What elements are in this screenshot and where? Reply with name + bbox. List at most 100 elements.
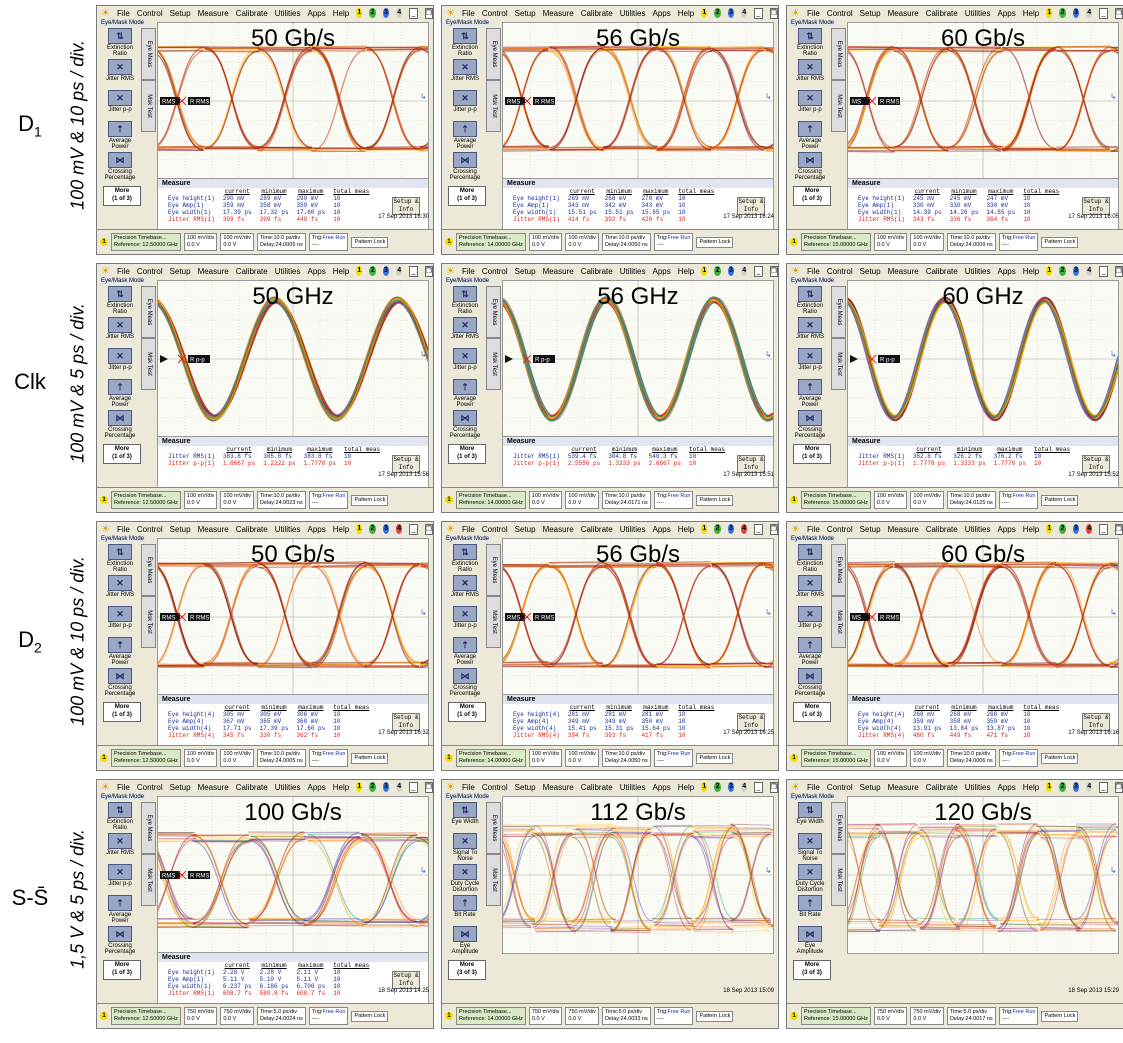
menu-item-control[interactable]: Control [482, 525, 508, 534]
timebase-box[interactable]: Time:10.0 ps/div Delay:24.0005 ns [256, 749, 306, 767]
channel-scale-box[interactable]: 100 mV/div 0.0 V [873, 491, 908, 509]
measure-tool-button[interactable]: ✕ Jitter p-p [101, 606, 139, 629]
channel-1-button[interactable]: 1 [1046, 266, 1053, 276]
menu-item-calibrate[interactable]: Calibrate [236, 267, 268, 276]
more-button[interactable]: More (1 of 3) [103, 444, 141, 464]
channel-1-button[interactable]: 1 [1046, 524, 1053, 534]
waveform-display[interactable]: RMS R RMS ↳ 56 Gb/s [502, 22, 774, 180]
menu-item-measure[interactable]: Measure [543, 783, 574, 792]
restore-icon[interactable]: ❐ [424, 7, 433, 19]
menu-item-control[interactable]: Control [827, 9, 853, 18]
menu-item-calibrate[interactable]: Calibrate [926, 783, 958, 792]
tab-eye-meas[interactable]: Eye Meas [831, 544, 846, 596]
measure-tool-button[interactable]: ✕ Jitter RMS [101, 59, 139, 82]
menu-item-utilities[interactable]: Utilities [620, 525, 646, 534]
more-button[interactable]: More (1 of 3) [103, 960, 141, 980]
measure-tool-button[interactable]: ⇅ Extinction Ratio [101, 286, 139, 315]
waveform-display[interactable]: ↳ 112 Gb/s [502, 796, 774, 954]
precision-timebase-button[interactable]: Precision Timebase... Reference: 15.00000… [801, 1007, 871, 1025]
menu-item-measure[interactable]: Measure [888, 9, 919, 18]
menu-item-control[interactable]: Control [482, 783, 508, 792]
measure-tool-button[interactable]: ⋈ Eye Amplitude [791, 926, 829, 955]
waveform-display[interactable]: R p-p ↳ 50 GHz [157, 280, 429, 438]
minimize-icon[interactable]: _ [409, 781, 418, 793]
channel-scale-box[interactable]: 100 mV/div 0.0 V [528, 233, 563, 251]
channel-scale-box[interactable]: 100 mV/div 0.0 V [910, 491, 944, 509]
channel-scale-box[interactable]: 100 mV/div 0.0 V [910, 233, 944, 251]
channel-scale-box[interactable]: 100 mV/div 0.0 V [220, 233, 254, 251]
measure-header[interactable]: Measure [158, 953, 428, 962]
channel-4-button[interactable]: 4 [396, 266, 403, 276]
menu-item-control[interactable]: Control [137, 267, 163, 276]
waveform-display[interactable]: ↳ 120 Gb/s [847, 796, 1119, 954]
menu-item-setup[interactable]: Setup [860, 783, 881, 792]
measure-tool-button[interactable]: ⇡ Average Power [446, 121, 484, 150]
measure-tool-button[interactable]: ✕ Jitter p-p [791, 90, 829, 113]
minimize-icon[interactable]: _ [754, 781, 763, 793]
timebase-box[interactable]: Time:10.0 ps/div Delay:24.0125 ns [946, 491, 996, 509]
pattern-lock-button[interactable]: Pattern Lock [351, 236, 389, 248]
measure-tool-button[interactable]: ⋈ Crossing Percentage [791, 152, 829, 181]
menu-item-file[interactable]: File [462, 783, 475, 792]
channel-1-button[interactable]: 1 [1046, 782, 1053, 792]
measure-tool-button[interactable]: ⋈ Crossing Percentage [101, 410, 139, 439]
waveform-display[interactable]: R p-p ↳ 60 GHz [847, 280, 1119, 438]
measure-tool-button[interactable]: ⇅ Extinction Ratio [101, 544, 139, 573]
waveform-display[interactable]: RMS R RMS ↳ 56 Gb/s [502, 538, 774, 696]
channel-scale-box[interactable]: 100 mV/div 0.0 V [220, 491, 254, 509]
menu-item-help[interactable]: Help [333, 525, 349, 534]
channel-1-button[interactable]: 1 [701, 8, 708, 18]
measure-tool-button[interactable]: ⋈ Crossing Percentage [446, 410, 484, 439]
channel-4-button[interactable]: 4 [1086, 524, 1093, 534]
menu-item-utilities[interactable]: Utilities [965, 9, 991, 18]
menu-item-setup[interactable]: Setup [515, 267, 536, 276]
measure-tool-button[interactable]: ✕ Jitter p-p [446, 348, 484, 371]
setup-info-button[interactable]: Setup & Info [737, 455, 765, 473]
measure-tool-button[interactable]: ⇡ Bit Rate [446, 895, 484, 918]
channel-3-button[interactable]: 3 [1072, 8, 1080, 18]
timebase-box[interactable]: Time:10.0 ps/div Delay:24.0050 ns [601, 233, 651, 251]
menu-item-calibrate[interactable]: Calibrate [926, 525, 958, 534]
menu-item-help[interactable]: Help [1023, 9, 1039, 18]
setup-info-button[interactable]: Setup & Info [1082, 713, 1110, 731]
setup-info-button[interactable]: Setup & Info [737, 713, 765, 731]
measure-tool-button[interactable]: ✕ Jitter p-p [101, 348, 139, 371]
restore-icon[interactable]: ❐ [424, 781, 433, 793]
channel-scale-box[interactable]: 100 mV/div 0.0 V [528, 491, 563, 509]
menu-item-calibrate[interactable]: Calibrate [236, 525, 268, 534]
measure-tool-button[interactable]: ⇡ Average Power [791, 637, 829, 666]
timebase-box[interactable]: Time:10.0 ps/div Delay:24.0005 ns [256, 233, 306, 251]
channel-1-button[interactable]: 1 [356, 524, 363, 534]
more-button[interactable]: More (1 of 3) [793, 186, 831, 206]
more-button[interactable]: More (1 of 3) [793, 444, 831, 464]
channel-2-button[interactable]: 2 [369, 8, 376, 18]
pattern-lock-button[interactable]: Pattern Lock [351, 494, 389, 506]
tab-mask-test[interactable]: Msk Test [141, 338, 156, 390]
pattern-lock-button[interactable]: Pattern Lock [351, 752, 389, 764]
menu-item-calibrate[interactable]: Calibrate [926, 9, 958, 18]
trigger-box[interactable]: Trig:Free Run ---- [998, 491, 1039, 509]
channel-scale-box[interactable]: 750 mV/div 0.0 V [528, 1007, 563, 1025]
channel-4-button[interactable]: 4 [1086, 782, 1093, 792]
menu-item-help[interactable]: Help [1023, 783, 1039, 792]
tab-mask-test[interactable]: Msk Test [141, 80, 156, 132]
menu-item-file[interactable]: File [462, 9, 475, 18]
minimize-icon[interactable]: _ [1099, 523, 1108, 535]
channel-3-button[interactable]: 3 [382, 266, 390, 276]
tab-eye-meas[interactable]: Eye Meas [141, 544, 156, 596]
measure-tool-button[interactable]: ✕ Jitter RMS [791, 59, 829, 82]
more-button[interactable]: More (1 of 3) [448, 702, 486, 722]
pattern-lock-button[interactable]: Pattern Lock [1041, 752, 1079, 764]
channel-1-button[interactable]: 1 [701, 782, 708, 792]
timebase-box[interactable]: Time:10.0 ps/div Delay:24.0023 ns [256, 491, 306, 509]
measure-tool-button[interactable]: ⇡ Average Power [791, 379, 829, 408]
measure-tool-button[interactable]: ✕ Jitter RMS [791, 575, 829, 598]
menu-item-measure[interactable]: Measure [198, 267, 229, 276]
measure-header[interactable]: Measure [503, 437, 773, 446]
channel-3-button[interactable]: 3 [382, 782, 390, 792]
channel-scale-box[interactable]: 100 mV/div 0.0 V [565, 491, 599, 509]
setup-info-button[interactable]: Setup & Info [392, 713, 420, 731]
menu-item-calibrate[interactable]: Calibrate [581, 9, 613, 18]
measure-header[interactable]: Measure [158, 437, 428, 446]
menu-item-help[interactable]: Help [333, 267, 349, 276]
